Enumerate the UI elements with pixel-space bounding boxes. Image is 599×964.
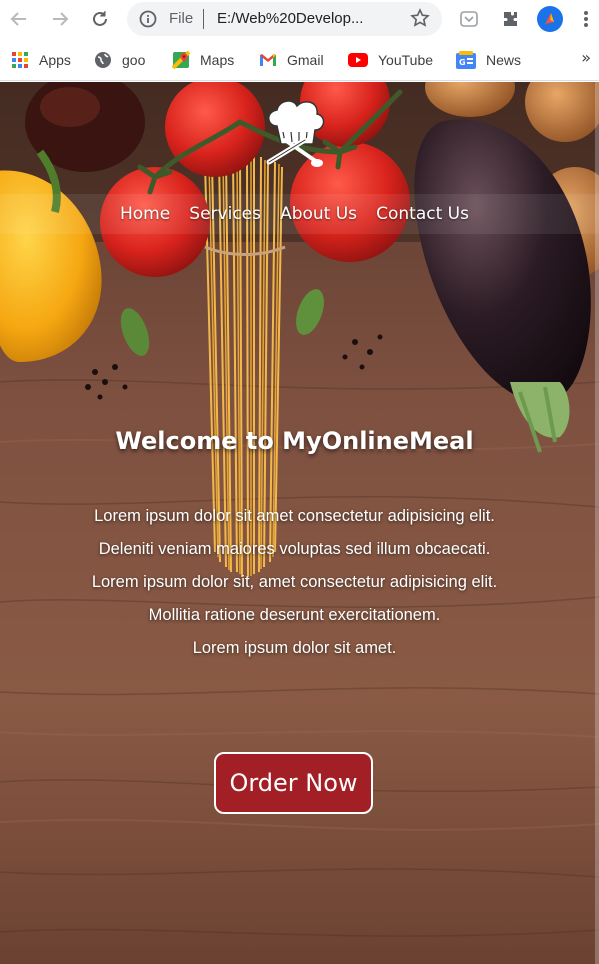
bookmark-gmail[interactable]: Gmail xyxy=(259,50,324,70)
bookmark-apps[interactable]: Apps xyxy=(11,50,71,70)
hero-title: Welcome to MyOnlineMeal xyxy=(115,427,474,455)
page-scrollbar[interactable] xyxy=(595,82,599,964)
gmail-icon xyxy=(260,54,276,66)
bookmarks-bar: Apps goo Maps Gmail YouTube G News » xyxy=(0,38,599,81)
nav-link-services[interactable]: Services xyxy=(189,204,261,224)
bookmark-label: Apps xyxy=(39,52,71,68)
youtube-icon xyxy=(348,53,368,67)
bookmark-label: News xyxy=(486,52,522,68)
info-icon[interactable] xyxy=(139,10,157,32)
profile-icon[interactable] xyxy=(536,5,564,33)
back-arrow-icon[interactable] xyxy=(5,5,33,33)
address-bar[interactable]: File E:/Web%20Develop... xyxy=(127,2,442,36)
page-viewport: Home Services About Us Contact Us Welcom… xyxy=(0,82,599,964)
hero-paragraph: Lorem ipsum dolor sit amet. xyxy=(192,639,397,657)
bookmark-label: YouTube xyxy=(378,52,434,68)
chef-hat-logo-icon[interactable] xyxy=(255,96,335,176)
bookmark-news[interactable]: G News xyxy=(456,50,521,70)
nav-link-contact-us[interactable]: Contact Us xyxy=(376,204,469,224)
url-text[interactable]: E:/Web%20Develop... xyxy=(217,10,397,27)
svg-text:G: G xyxy=(459,58,466,67)
news-icon: G xyxy=(456,51,476,69)
browser-toolbar: File E:/Web%20Develop... xyxy=(0,0,599,38)
hero-description: Lorem ipsum dolor sit amet consectetur a… xyxy=(70,500,519,665)
main-nav: Home Services About Us Contact Us xyxy=(0,204,589,224)
hero-paragraph: Lorem ipsum dolor sit, amet consectetur … xyxy=(91,573,498,624)
reload-icon[interactable] xyxy=(86,5,114,33)
bookmark-maps[interactable]: Maps xyxy=(172,50,234,70)
order-now-button[interactable]: Order Now xyxy=(214,752,373,814)
bookmark-goo[interactable]: goo xyxy=(94,50,145,70)
maps-icon xyxy=(172,51,190,69)
bookmark-label: Gmail xyxy=(287,52,324,68)
bookmark-youtube[interactable]: YouTube xyxy=(348,50,433,70)
url-divider xyxy=(203,9,204,29)
bookmark-label: goo xyxy=(122,52,146,68)
site-header: Home Services About Us Contact Us xyxy=(0,82,599,234)
bookmark-label: Maps xyxy=(200,52,235,68)
nav-link-about-us[interactable]: About Us xyxy=(280,204,357,224)
star-icon[interactable] xyxy=(410,8,430,32)
forward-arrow-icon[interactable] xyxy=(46,5,74,33)
hero-paragraph: Lorem ipsum dolor sit amet consectetur a… xyxy=(94,507,495,558)
nav-link-home[interactable]: Home xyxy=(120,204,170,224)
bookmarks-overflow-button[interactable]: » xyxy=(581,48,591,67)
pocket-icon[interactable] xyxy=(455,5,483,33)
menu-icon[interactable] xyxy=(576,5,596,33)
globe-icon xyxy=(95,52,111,68)
apps-grid-icon xyxy=(12,52,28,68)
extensions-icon[interactable] xyxy=(496,5,524,33)
url-scheme: File xyxy=(169,10,194,27)
